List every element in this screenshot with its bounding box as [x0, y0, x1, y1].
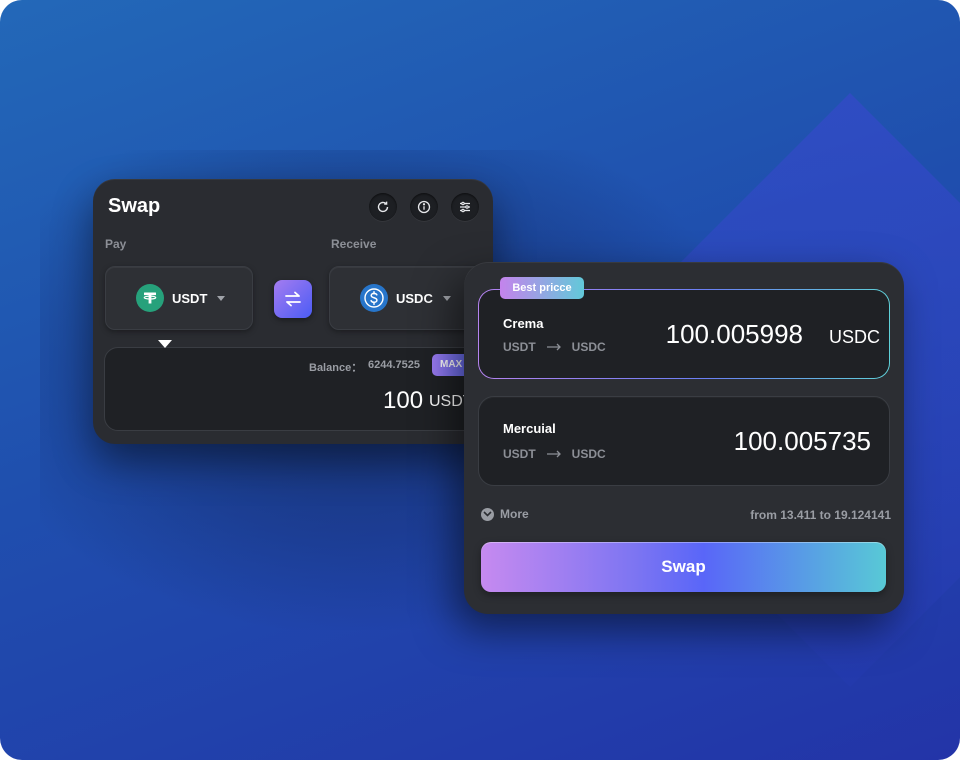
pay-token-name: USDT — [172, 290, 208, 306]
settings-button[interactable] — [451, 193, 479, 221]
route-output-value: 100.005735 — [733, 426, 871, 456]
best-price-badge: Best pricce — [500, 277, 584, 299]
route-from-token: USDT — [503, 340, 536, 354]
more-toggle[interactable]: More — [481, 507, 529, 521]
balance-label: Balance： — [309, 362, 363, 374]
info-icon — [417, 200, 431, 214]
usdt-coin-icon — [136, 284, 164, 312]
settings-sliders-icon — [460, 201, 470, 213]
chevron-down-icon — [442, 295, 451, 301]
refresh-icon — [377, 201, 389, 213]
route-output-value: 100.005998 — [665, 319, 803, 349]
refresh-button[interactable] — [369, 193, 397, 221]
route-path: USDT USDC — [503, 447, 606, 461]
route-option[interactable]: Mercuial USDT USDC 100.005735 — [478, 396, 890, 486]
route-path: USDT USDC — [503, 340, 606, 354]
info-button[interactable] — [410, 193, 438, 221]
chevron-down-icon — [217, 295, 226, 301]
usdc-coin-icon — [360, 284, 388, 312]
receive-label: Receive — [331, 237, 377, 251]
route-option-best[interactable]: Crema USDT USDC 100.005998 USDC — [478, 289, 890, 379]
receive-token-name: USDC — [396, 290, 433, 306]
more-label: More — [500, 507, 529, 521]
route-output-unit: USDC — [828, 327, 880, 347]
route-to-token: USDC — [571, 447, 606, 461]
balance-value: 6244.7525 — [368, 359, 420, 371]
swap-direction-button[interactable] — [274, 280, 312, 318]
swap-card: Swap Pay Receive USDT USDC Balance： 6244… — [93, 179, 493, 444]
arrow-right-icon — [546, 343, 561, 351]
routes-card: Crema USDT USDC 100.005998 USDC Best pri… — [464, 262, 904, 614]
price-range-text: from 13.411 to 19.124141 — [750, 508, 891, 522]
chevron-down-circle-icon — [481, 507, 494, 521]
route-dex-name: Mercuial — [503, 421, 556, 436]
arrow-right-icon — [546, 450, 561, 458]
swap-direction-icon — [285, 291, 301, 307]
swap-title: Swap — [108, 195, 161, 217]
pay-amount-value[interactable]: 100 — [383, 387, 423, 415]
swap-button[interactable]: Swap — [481, 542, 886, 592]
pointer-triangle-icon — [158, 340, 172, 348]
pay-token-select[interactable]: USDT — [105, 266, 253, 330]
route-dex-name: Crema — [503, 316, 544, 331]
pay-label: Pay — [105, 237, 127, 251]
background: Swap Pay Receive USDT USDC Balance： 6244… — [0, 0, 960, 760]
route-from-token: USDT — [503, 447, 536, 461]
route-to-token: USDC — [571, 340, 606, 354]
